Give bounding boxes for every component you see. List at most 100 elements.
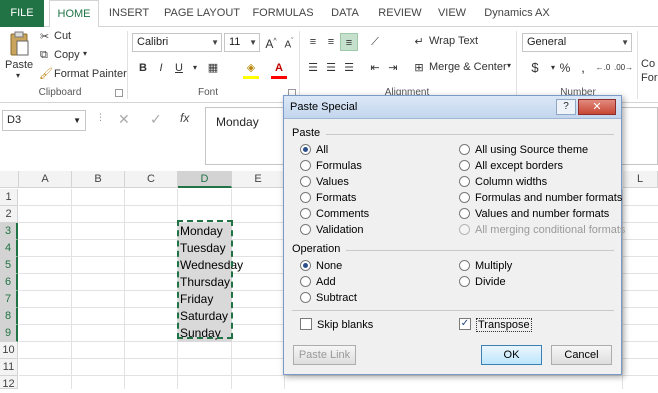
align-left-icon[interactable]: ☰ [304, 59, 322, 77]
radio-paste-formats[interactable]: Formats [300, 190, 356, 206]
column-header-b[interactable]: B [72, 171, 125, 188]
tab-file[interactable]: FILE [0, 0, 44, 27]
row-header-2[interactable]: 2 [0, 206, 18, 223]
italic-icon[interactable]: I [152, 59, 170, 77]
increase-decimal-icon[interactable]: ←.0 [594, 59, 612, 77]
row-header-12[interactable]: 12 [0, 376, 18, 390]
increase-indent-icon[interactable]: ⇥ [384, 59, 402, 77]
paste-icon[interactable] [8, 31, 30, 57]
paste-dropdown-icon[interactable]: ▾ [16, 71, 20, 80]
radio-paste-validation[interactable]: Validation [300, 222, 364, 238]
font-color-icon[interactable]: A [270, 59, 288, 77]
font-size-box[interactable]: 11 ▼ [224, 33, 260, 52]
underline-dropdown-icon[interactable]: ▾ [186, 59, 204, 77]
bottom-align-icon[interactable]: ≡ [340, 33, 358, 51]
radio-all-using-source-theme[interactable]: All using Source theme [459, 142, 588, 158]
radio-operation-multiply[interactable]: Multiply [459, 258, 512, 274]
wrap-text-button[interactable]: Wrap Text [429, 35, 478, 47]
bold-icon[interactable]: B [134, 59, 152, 77]
column-header-c[interactable]: C [125, 171, 178, 188]
comma-style-icon[interactable]: , [574, 59, 592, 77]
checkbox-transpose[interactable]: ✓ Transpose [459, 317, 532, 333]
cancel-entry-icon[interactable]: ✕ [118, 111, 130, 128]
row-header-3[interactable]: 3 [0, 223, 18, 240]
row-header-5[interactable]: 5 [0, 257, 18, 274]
column-header-d[interactable]: D [178, 171, 232, 188]
radio-paste-all[interactable]: All [300, 142, 328, 158]
radio-paste-comments[interactable]: Comments [300, 206, 369, 222]
column-header-e[interactable]: E [232, 171, 285, 188]
row-header-4[interactable]: 4 [0, 240, 18, 257]
merge-dropdown-icon[interactable]: ▾ [507, 61, 511, 70]
name-box[interactable]: D3 ▼ [2, 110, 86, 131]
increase-font-icon[interactable]: A^ [262, 33, 280, 51]
select-all-corner[interactable] [0, 171, 19, 188]
tab-data[interactable]: DATA [326, 0, 364, 27]
wrap-text-icon[interactable]: ↵ [410, 33, 428, 51]
checkbox-skip-blanks[interactable]: Skip blanks [300, 317, 373, 333]
copy-button[interactable]: Copy [54, 49, 80, 61]
formula-bar-grip-icon[interactable]: ⋮ [96, 112, 105, 123]
row-header-6[interactable]: 6 [0, 274, 18, 291]
tab-formulas[interactable]: FORMULAS [250, 0, 316, 27]
row-header-11[interactable]: 11 [0, 359, 18, 376]
radio-column-widths[interactable]: Column widths [459, 174, 547, 190]
dialog-title-bar[interactable]: Paste Special ? ✕ [284, 96, 621, 119]
cut-icon[interactable]: ✂ [40, 30, 49, 43]
radio-all-except-borders[interactable]: All except borders [459, 158, 563, 174]
ok-button[interactable]: OK [481, 345, 542, 365]
decrease-font-icon[interactable]: Aˇ [280, 33, 298, 51]
radio-paste-formulas[interactable]: Formulas [300, 158, 362, 174]
insert-function-icon[interactable]: fx [180, 111, 189, 125]
radio-paste-values[interactable]: Values [300, 174, 349, 190]
row-header-9[interactable]: 9 [0, 325, 18, 342]
confirm-entry-icon[interactable]: ✓ [150, 111, 162, 128]
radio-operation-none[interactable]: None [300, 258, 342, 274]
row-header-7[interactable]: 7 [0, 291, 18, 308]
row-header-10[interactable]: 10 [0, 342, 18, 359]
clipboard-launcher-icon[interactable] [115, 89, 123, 97]
tab-view[interactable]: VIEW [434, 0, 470, 27]
merge-center-icon[interactable]: ⊞ [410, 59, 428, 77]
ribbon: Paste ▾ ✂ Cut ⧉ Copy ▾ 🖌 Format Painter … [0, 27, 658, 103]
align-right-icon[interactable]: ☰ [340, 59, 358, 77]
tab-home[interactable]: HOME [49, 0, 99, 28]
tab-insert[interactable]: INSERT [106, 0, 152, 27]
radio-operation-add[interactable]: Add [300, 274, 336, 290]
percent-icon[interactable]: % [556, 59, 574, 77]
currency-icon[interactable]: $ [526, 59, 544, 77]
font-name-box[interactable]: Calibri ▼ [132, 33, 222, 52]
paste-button-label[interactable]: Paste [5, 59, 33, 71]
tab-dynamics-ax[interactable]: Dynamics AX [480, 0, 554, 27]
align-center-icon[interactable]: ☰ [322, 59, 340, 77]
orientation-icon[interactable]: ⟋ [366, 33, 384, 51]
tab-review[interactable]: REVIEW [374, 0, 426, 27]
decrease-indent-icon[interactable]: ⇤ [366, 59, 384, 77]
fill-color-icon[interactable]: ◈ [242, 59, 260, 77]
tab-page-layout[interactable]: PAGE LAYOUT [160, 0, 244, 27]
radio-values-and-number-formats[interactable]: Values and number formats [459, 206, 609, 222]
row-header-1[interactable]: 1 [0, 189, 18, 206]
radio-formulas-and-number-formats[interactable]: Formulas and number formats [459, 190, 622, 206]
column-header-l[interactable]: L [623, 171, 658, 188]
radio-operation-divide[interactable]: Divide [459, 274, 506, 290]
close-button[interactable]: ✕ [578, 99, 616, 115]
merge-center-button[interactable]: Merge & Center [429, 61, 507, 73]
borders-icon[interactable]: ▦ [204, 59, 222, 77]
radio-operation-subtract[interactable]: Subtract [300, 290, 357, 306]
copy-icon[interactable]: ⧉ [40, 49, 48, 62]
cut-button[interactable]: Cut [54, 30, 71, 42]
copy-dropdown-icon[interactable]: ▾ [83, 49, 87, 58]
help-button[interactable]: ? [556, 99, 576, 115]
row-header-8[interactable]: 8 [0, 308, 18, 325]
conditional-formatting-button[interactable]: Co Form [641, 57, 658, 85]
top-align-icon[interactable]: ≡ [304, 33, 322, 51]
radio-icon [300, 175, 311, 187]
number-format-box[interactable]: General ▼ [522, 33, 632, 52]
decrease-decimal-icon[interactable]: .00→ [614, 59, 633, 77]
format-painter-icon[interactable]: 🖌 [39, 67, 53, 80]
middle-align-icon[interactable]: ≡ [322, 33, 340, 51]
cancel-button[interactable]: Cancel [551, 345, 612, 365]
format-painter-button[interactable]: Format Painter [54, 68, 127, 80]
column-header-a[interactable]: A [19, 171, 72, 188]
